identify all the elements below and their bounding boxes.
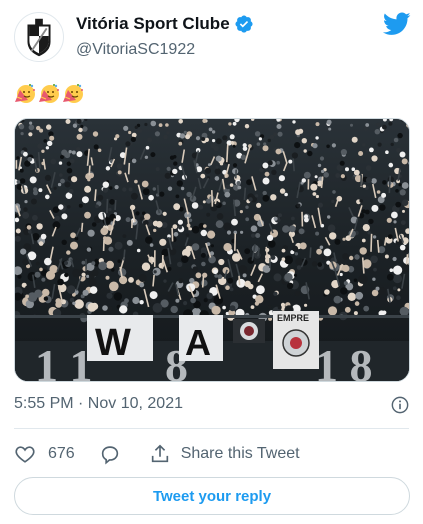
partying-face-emoji xyxy=(63,84,83,103)
reply-icon-button[interactable] xyxy=(99,443,121,465)
like-count: 676 xyxy=(48,445,75,462)
reply-bubble-icon xyxy=(101,446,118,465)
divider xyxy=(14,428,409,429)
tweet-your-reply-button[interactable]: Tweet your reply xyxy=(14,477,410,515)
twitter-bird-icon[interactable] xyxy=(383,12,411,36)
like-button[interactable]: 676 xyxy=(14,443,75,465)
info-icon[interactable] xyxy=(391,396,409,414)
share-button[interactable]: Share this Tweet xyxy=(149,443,300,465)
banner-letter-a: A xyxy=(185,322,211,363)
share-label: Share this Tweet xyxy=(180,445,300,462)
author-handle[interactable]: @VitoriaSC1922 xyxy=(76,41,195,59)
tweet-actions: 676 Share this Tweet xyxy=(14,441,300,467)
author-name-row[interactable]: Vitória Sport Clube xyxy=(76,14,254,34)
tweet-text xyxy=(14,82,84,104)
svg-text:1 8: 1 8 xyxy=(315,340,373,382)
banner-letter-w: W xyxy=(95,322,131,364)
club-crest-icon xyxy=(27,18,51,57)
tweet-photo[interactable]: 1 1 8 1 8 W A EMPRE xyxy=(14,118,410,382)
avatar[interactable] xyxy=(14,12,64,62)
partying-face-emoji xyxy=(15,84,35,103)
verified-badge-icon xyxy=(235,15,253,33)
tweet-timestamp[interactable]: 5:55 PM · Nov 10, 2021 xyxy=(14,395,183,413)
heart-icon xyxy=(15,446,35,463)
sign-text: EMPRE xyxy=(277,313,309,323)
share-upload-icon xyxy=(151,444,168,463)
stadium-crowd-image: 1 1 8 1 8 W A EMPRE xyxy=(15,119,409,382)
partying-face-emoji xyxy=(39,84,59,103)
display-name[interactable]: Vitória Sport Clube xyxy=(76,14,230,34)
svg-text:1 1: 1 1 xyxy=(35,340,93,382)
